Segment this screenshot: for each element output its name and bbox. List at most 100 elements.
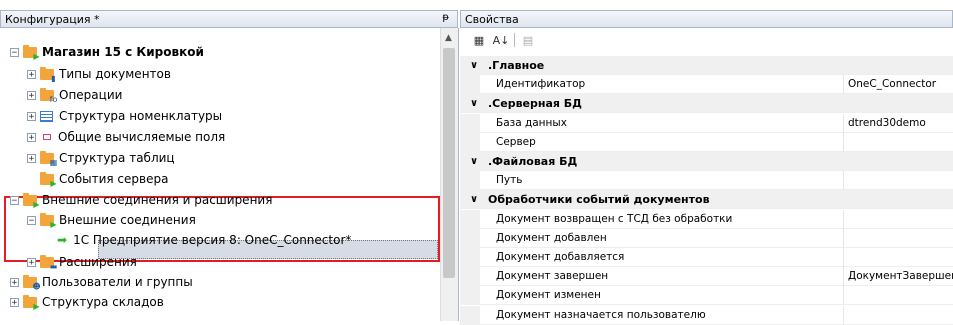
property-value[interactable]: ДокументЗавершен [848,270,953,282]
tree-item[interactable]: + ▮ Типы документов [27,64,171,84]
property-value-cell[interactable] [843,228,953,248]
property-name: Идентификатор [496,78,586,91]
tree-item[interactable]: ▶ События сервера [27,169,168,189]
property-name: База данных [496,116,567,129]
property-row[interactable]: Документ добавляется [460,248,953,267]
tree-item[interactable]: − ▶ Внешние соединения [27,210,196,230]
property-value-cell[interactable] [843,171,953,191]
tree-item-label: Внешние соединения [59,213,196,227]
property-pages-icon[interactable]: ▤ [519,32,537,48]
property-name: Документ завершен [496,270,609,283]
property-name: Документ добавлен [496,231,607,244]
tree-item[interactable]: + ▬ Расширения [27,252,137,272]
scroll-up-icon[interactable]: ▲ [445,33,452,43]
expand-icon[interactable]: + [27,257,36,267]
row-gutter [460,267,480,287]
collapse-chevron-icon[interactable]: ∨ [470,98,478,109]
property-value-cell[interactable] [843,209,953,229]
category-name: .Серверная БД [488,96,582,110]
expand-icon[interactable]: + [10,297,19,307]
properties-toolbar: ▦ A↓ ▤ [460,28,953,52]
scroll-thumb[interactable] [443,48,455,278]
property-value-cell[interactable] [843,248,953,267]
property-row[interactable]: База данных dtrend30demo [460,113,953,133]
categorized-view-icon[interactable]: ▦ [470,32,488,48]
property-row[interactable]: Путь [460,171,953,191]
tree-item-label: Общие вычисляемые поля [58,130,226,144]
category-name: .Файловая БД [488,154,578,168]
tree-item-label: Пользователи и группы [42,275,193,289]
row-gutter [460,228,480,248]
property-name: Документ добавляется [496,251,625,263]
expand-icon[interactable]: + [27,132,36,142]
tree-item-label: Структура номенклатуры [59,109,223,123]
property-category[interactable]: ∨ .Файловая БД [460,152,953,171]
collapse-icon[interactable]: − [10,195,19,205]
property-name: Путь [496,174,523,187]
expand-icon[interactable]: + [10,277,19,287]
property-value-cell[interactable] [843,305,953,325]
folder-icon: ▬ [40,254,57,270]
row-gutter [460,248,480,267]
tree-item-label: Внешние соединения и расширения [42,193,273,207]
property-value-cell[interactable] [843,286,953,306]
property-row[interactable]: Документ назначается пользователю [460,305,953,325]
tree-item-label: Операции [59,88,123,102]
tree-item[interactable]: + ▦ Структура таблиц [27,148,175,168]
property-value[interactable]: dtrend30demo [848,117,953,129]
property-category[interactable]: ∨ .Главное [460,56,953,75]
collapse-chevron-icon[interactable]: ∨ [470,194,478,205]
collapse-icon[interactable]: − [10,47,19,57]
tree-item[interactable]: ➡ 1С Предприятие версия 8: OneC_Connector… [44,230,351,250]
folder-icon: ▶ [23,294,40,310]
properties-panel-title: Свойства [465,12,519,26]
folder-icon: ☻ [23,274,41,290]
property-value[interactable]: OneC_Connector [848,78,953,90]
tree-item[interactable]: + Структура номенклатуры [27,106,222,126]
row-gutter [460,286,480,306]
tree-item[interactable]: + Общие вычисляемые поля [27,127,225,147]
tree-item-label: Структура таблиц [59,151,175,165]
property-row[interactable]: Документ добавлен [460,228,953,248]
expand-icon[interactable]: + [27,90,36,100]
expand-icon[interactable]: + [27,69,36,79]
row-gutter [460,75,480,95]
properties-panel-header: Свойства [460,10,953,28]
folder-icon: ▶ [40,212,57,228]
property-name: Сервер [496,135,536,148]
row-gutter [460,209,480,229]
tree-item[interactable]: + ☻ Пользователи и группы [10,272,193,292]
sort-alphabetical-icon[interactable]: A↓ [492,32,510,48]
row-gutter [460,132,480,152]
property-value-cell[interactable] [843,132,953,152]
property-category[interactable]: ∨ .Серверная БД [460,94,953,114]
property-row[interactable]: Сервер [460,132,953,152]
folder-icon: ▶ [23,192,40,208]
category-name: .Главное [488,58,545,72]
pin-icon[interactable]: ᵽ [442,12,449,23]
property-category[interactable]: ∨ Обработчики событий документов [460,190,953,210]
collapse-icon[interactable]: − [27,215,36,225]
toolbar-separator [514,33,515,47]
tree-item-label: Магазин 15 с Кировкой [42,45,204,59]
expand-icon[interactable]: + [27,153,36,163]
tree-scrollbar[interactable]: ▲ [440,28,458,321]
property-name: Документ изменен [496,289,601,302]
property-row[interactable]: Документ возвращен с ТСД без обработки [460,209,953,229]
expand-icon[interactable]: + [27,111,36,121]
tree-item[interactable]: − ▶ Внешние соединения и расширения [10,190,272,210]
tree-item-label: 1С Предприятие версия 8: OneC_Connector* [73,233,352,247]
property-row[interactable]: Идентификатор OneC_Connector [460,75,953,95]
tree-item[interactable]: + ▶ Структура складов [10,292,164,312]
folder-icon: ▶ [23,44,40,60]
tree-item[interactable]: + fo Операции [27,85,122,105]
property-row[interactable]: Документ изменен [460,286,953,306]
folder-icon: ▶ [40,171,57,187]
property-row[interactable]: Документ завершен ДокументЗавершен [460,267,953,287]
tree-item[interactable]: − ▶ Магазин 15 с Кировкой [10,42,204,62]
category-name: Обработчики событий документов [488,192,710,206]
configuration-panel-header: Конфигурация * ᵽ [0,10,458,28]
table-structure-icon [40,110,53,122]
collapse-chevron-icon[interactable]: ∨ [470,156,478,167]
collapse-chevron-icon[interactable]: ∨ [470,60,478,71]
